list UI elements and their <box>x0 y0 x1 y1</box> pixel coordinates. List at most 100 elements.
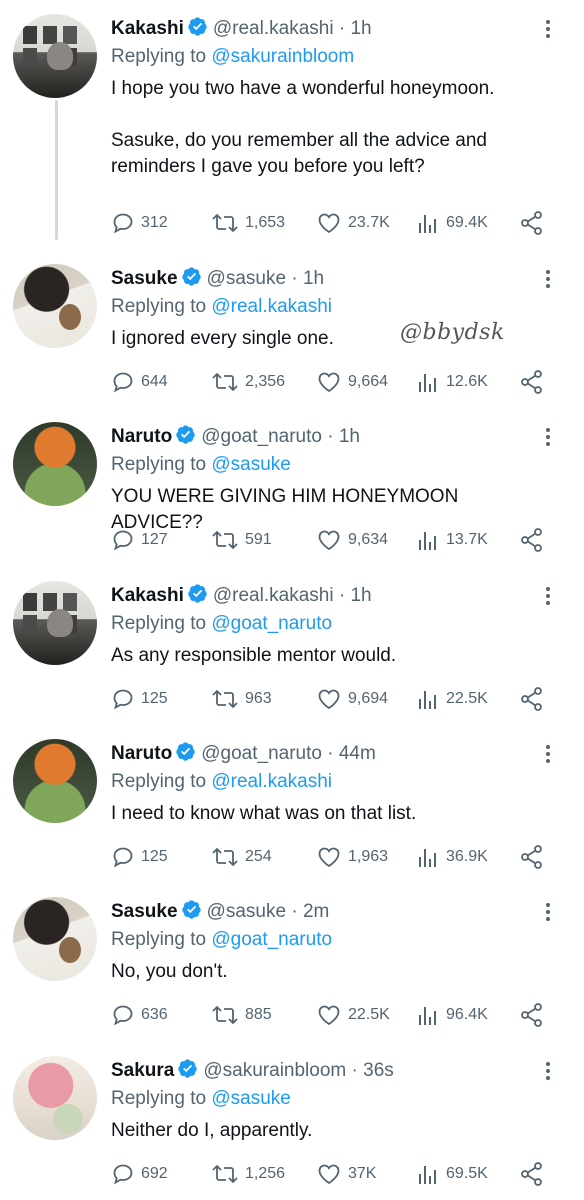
share-button[interactable] <box>519 1160 545 1188</box>
reply-icon <box>111 1162 135 1186</box>
retweet-button[interactable]: 963 <box>211 685 272 713</box>
views-chart-icon <box>418 1162 440 1186</box>
retweet-button[interactable]: 1,653 <box>211 209 285 237</box>
avatar[interactable] <box>13 264 97 348</box>
timestamp[interactable]: 36s <box>363 1060 394 1081</box>
views-button[interactable]: 13.7K <box>418 526 488 554</box>
handle[interactable]: @sasuke <box>207 268 287 289</box>
like-button[interactable]: 9,694 <box>316 685 388 713</box>
reply-button[interactable]: 125 <box>111 843 168 871</box>
replying-to-link[interactable]: @goat_naruto <box>211 929 332 950</box>
tweet-header: Sasuke @sasuke · 1h <box>111 264 324 294</box>
separator-dot: · <box>291 268 298 289</box>
retweet-icon <box>211 1003 239 1027</box>
more-options-icon[interactable] <box>538 426 558 450</box>
like-button[interactable]: 9,664 <box>316 368 388 396</box>
reply-button[interactable]: 636 <box>111 1001 168 1029</box>
replying-to-link[interactable]: @sakurainbloom <box>211 46 354 67</box>
replying-to-link[interactable]: @real.kakashi <box>211 771 332 792</box>
views-count: 69.4K <box>446 214 488 231</box>
like-button[interactable]: 22.5K <box>316 1001 390 1029</box>
share-icon <box>519 1002 545 1028</box>
more-options-icon[interactable] <box>538 743 558 767</box>
avatar[interactable] <box>13 14 97 98</box>
timestamp[interactable]: 1h <box>350 585 371 606</box>
replying-to-link[interactable]: @goat_naruto <box>211 613 332 634</box>
retweet-button[interactable]: 591 <box>211 526 272 554</box>
share-button[interactable] <box>519 843 545 871</box>
like-count: 37K <box>348 1165 377 1182</box>
handle[interactable]: @goat_naruto <box>201 743 322 764</box>
handle[interactable]: @goat_naruto <box>201 426 322 447</box>
replying-to-link[interactable]: @sasuke <box>211 454 291 475</box>
avatar[interactable] <box>13 422 97 506</box>
like-count: 23.7K <box>348 214 390 231</box>
replying-to-link[interactable]: @real.kakashi <box>211 296 332 317</box>
reply-button[interactable]: 127 <box>111 526 168 554</box>
handle[interactable]: @real.kakashi <box>213 585 334 606</box>
share-button[interactable] <box>519 1001 545 1029</box>
views-button[interactable]: 69.5K <box>418 1160 488 1188</box>
more-options-icon[interactable] <box>538 268 558 292</box>
handle[interactable]: @sasuke <box>207 901 287 922</box>
share-button[interactable] <box>519 209 545 237</box>
display-name[interactable]: Sakura <box>111 1060 174 1081</box>
display-name[interactable]: Sasuke <box>111 268 178 289</box>
more-options-icon[interactable] <box>538 18 558 42</box>
more-options-icon[interactable] <box>538 1060 558 1084</box>
share-button[interactable] <box>519 368 545 396</box>
avatar[interactable] <box>13 897 97 981</box>
avatar[interactable] <box>13 739 97 823</box>
share-button[interactable] <box>519 526 545 554</box>
share-icon <box>519 686 545 712</box>
replying-to-link[interactable]: @sasuke <box>211 1088 291 1109</box>
timestamp[interactable]: 44m <box>339 743 376 764</box>
retweet-button[interactable]: 885 <box>211 1001 272 1029</box>
retweet-button[interactable]: 254 <box>211 843 272 871</box>
retweet-button[interactable]: 1,256 <box>211 1160 285 1188</box>
views-button[interactable]: 96.4K <box>418 1001 488 1029</box>
reply-count: 644 <box>141 373 168 390</box>
avatar[interactable] <box>13 1056 97 1140</box>
replying-to: Replying to @real.kakashi <box>111 769 332 795</box>
tweet-header: Naruto @goat_naruto · 44m <box>111 739 376 769</box>
display-name[interactable]: Naruto <box>111 743 172 764</box>
separator-dot: · <box>351 1060 358 1081</box>
avatar[interactable] <box>13 581 97 665</box>
timestamp[interactable]: 1h <box>339 426 360 447</box>
more-options-icon[interactable] <box>538 901 558 925</box>
views-count: 96.4K <box>446 1006 488 1023</box>
reply-icon <box>111 370 135 394</box>
reply-count: 692 <box>141 1165 168 1182</box>
reply-button[interactable]: 125 <box>111 685 168 713</box>
reply-count: 127 <box>141 531 168 548</box>
reply-icon <box>111 1003 135 1027</box>
timestamp[interactable]: 1h <box>350 18 371 39</box>
display-name[interactable]: Naruto <box>111 426 172 447</box>
like-button[interactable]: 23.7K <box>316 209 390 237</box>
display-name[interactable]: Kakashi <box>111 18 184 39</box>
more-options-icon[interactable] <box>538 585 558 609</box>
retweet-button[interactable]: 2,356 <box>211 368 285 396</box>
share-button[interactable] <box>519 685 545 713</box>
like-button[interactable]: 37K <box>316 1160 376 1188</box>
like-button[interactable]: 1,963 <box>316 843 388 871</box>
display-name[interactable]: Kakashi <box>111 585 184 606</box>
reply-button[interactable]: 644 <box>111 368 168 396</box>
timestamp[interactable]: 2m <box>303 901 329 922</box>
views-button[interactable]: 12.6K <box>418 368 488 396</box>
retweet-icon <box>211 1162 239 1186</box>
reply-button[interactable]: 692 <box>111 1160 168 1188</box>
replying-label: Replying to <box>111 1088 207 1109</box>
views-button[interactable]: 69.4K <box>418 209 488 237</box>
display-name[interactable]: Sasuke <box>111 901 178 922</box>
like-button[interactable]: 9,634 <box>316 526 388 554</box>
share-icon <box>519 527 545 553</box>
thread-connector-line <box>55 100 58 240</box>
handle[interactable]: @sakurainbloom <box>203 1060 346 1081</box>
handle[interactable]: @real.kakashi <box>213 18 334 39</box>
views-button[interactable]: 36.9K <box>418 843 488 871</box>
reply-button[interactable]: 312 <box>111 209 168 237</box>
views-button[interactable]: 22.5K <box>418 685 488 713</box>
timestamp[interactable]: 1h <box>303 268 324 289</box>
